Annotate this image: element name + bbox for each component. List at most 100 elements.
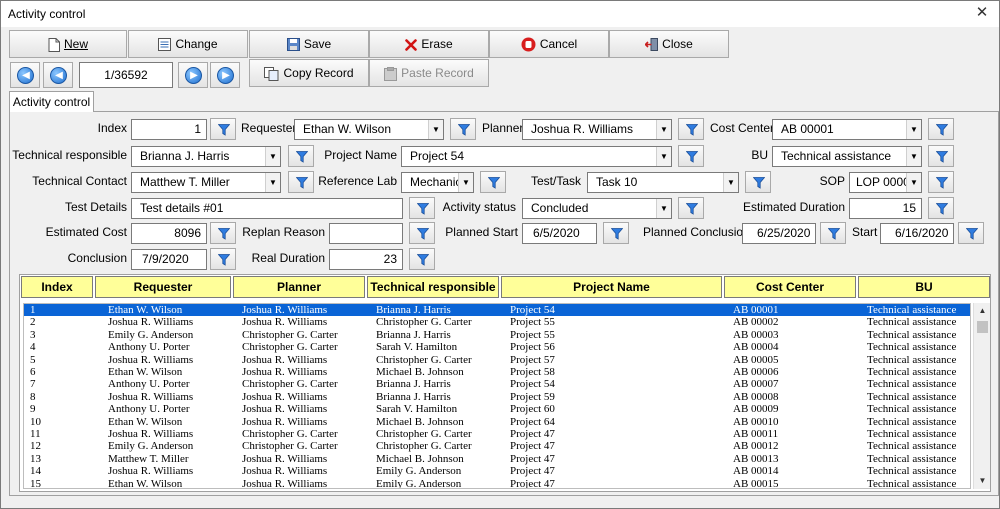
- index-filter-button[interactable]: [210, 118, 236, 140]
- sop-filter-button[interactable]: [928, 171, 954, 193]
- table-row[interactable]: 10 Ethan W. Wilson Joshua R. Williams Micha…: [24, 416, 970, 428]
- scroll-thumb[interactable]: [977, 321, 988, 333]
- table-row[interactable]: 5 Joshua R. Williams Joshua R. Williams Chr…: [24, 353, 970, 366]
- table-cell: Ethan W. Wilson: [108, 304, 183, 316]
- column-header-technical-responsible[interactable]: Technical responsible: [367, 276, 499, 298]
- cost-center-filter-button[interactable]: [928, 118, 954, 140]
- table-cell: AB 00007: [733, 378, 779, 391]
- scroll-up-icon[interactable]: ▲: [974, 303, 991, 319]
- table-row[interactable]: 1 Ethan W. Wilson Joshua R. Williams Briann…: [24, 304, 970, 318]
- reference-lab-filter-button[interactable]: [480, 171, 506, 193]
- table-row[interactable]: 4 Anthony U. Porter Christopher G. Carter S…: [24, 341, 970, 354]
- chevron-down-icon[interactable]: ▼: [656, 199, 671, 218]
- activity-status-filter-button[interactable]: [678, 197, 704, 219]
- chevron-down-icon[interactable]: ▼: [265, 173, 280, 192]
- conclusion-field[interactable]: 7/9/2020: [131, 249, 207, 270]
- table-cell: Joshua R. Williams: [242, 403, 328, 416]
- conclusion-filter-button[interactable]: [210, 248, 236, 270]
- chevron-down-icon[interactable]: ▼: [906, 173, 921, 192]
- project-name-combo[interactable]: Project 54 ▼: [401, 146, 672, 167]
- next-record-button[interactable]: ▶: [178, 62, 208, 88]
- technical-responsible-combo[interactable]: Brianna J. Harris ▼: [131, 146, 281, 167]
- planner-filter-button[interactable]: [678, 118, 704, 140]
- replan-reason-field[interactable]: [329, 223, 403, 244]
- column-header-bu[interactable]: BU: [858, 276, 990, 298]
- new-button[interactable]: New: [9, 30, 127, 58]
- table-row[interactable]: 15 Ethan W. Wilson Joshua R. Williams Emily…: [24, 477, 970, 489]
- table-row[interactable]: 9 Anthony U. Porter Joshua R. Williams Sara…: [24, 403, 970, 416]
- replan-reason-filter-button[interactable]: [409, 222, 435, 244]
- project-name-filter-button[interactable]: [678, 145, 704, 167]
- column-header-project-name[interactable]: Project Name: [501, 276, 722, 298]
- table-cell: Joshua R. Williams: [242, 353, 328, 366]
- save-button[interactable]: Save: [249, 30, 369, 58]
- chevron-down-icon[interactable]: ▼: [656, 120, 671, 139]
- real-duration-filter-button[interactable]: [409, 248, 435, 270]
- table-row[interactable]: 8 Joshua R. Williams Joshua R. Williams Bri…: [24, 390, 970, 403]
- erase-x-icon: [405, 39, 418, 51]
- planner-combo[interactable]: Joshua R. Williams ▼: [522, 119, 672, 140]
- table-row[interactable]: 6 Ethan W. Wilson Joshua R. Williams Michae…: [24, 366, 970, 378]
- test-task-filter-button[interactable]: [745, 171, 771, 193]
- chevron-down-icon[interactable]: ▼: [428, 120, 443, 139]
- table-row[interactable]: 12 Emily G. Anderson Christopher G. Carter…: [24, 440, 970, 452]
- requester-label: Requester: [241, 121, 297, 135]
- table-row[interactable]: 7 Anthony U. Porter Christopher G. Carter B…: [24, 378, 970, 391]
- estimated-duration-field[interactable]: 15: [849, 198, 922, 219]
- vertical-scrollbar[interactable]: ▲ ▼: [973, 303, 990, 489]
- first-record-button[interactable]: ◀: [10, 62, 40, 88]
- index-field[interactable]: 1: [131, 119, 207, 140]
- requester-filter-button[interactable]: [450, 118, 476, 140]
- estimated-cost-field[interactable]: 8096: [131, 223, 207, 244]
- test-details-field[interactable]: Test details #01: [131, 198, 403, 219]
- chevron-down-icon[interactable]: ▼: [906, 147, 921, 166]
- chevron-down-icon[interactable]: ▼: [906, 120, 921, 139]
- estimated-duration-filter-button[interactable]: [928, 197, 954, 219]
- record-counter[interactable]: 1/36592: [79, 62, 173, 88]
- scroll-down-icon[interactable]: ▼: [974, 473, 991, 489]
- start-field[interactable]: 6/16/2020: [880, 223, 954, 244]
- column-header-planner[interactable]: Planner: [233, 276, 365, 298]
- chevron-down-icon[interactable]: ▼: [656, 147, 671, 166]
- column-header-index[interactable]: Index: [21, 276, 93, 298]
- estimated-cost-filter-button[interactable]: [210, 222, 236, 244]
- activity-status-combo[interactable]: Concluded ▼: [522, 198, 672, 219]
- chevron-down-icon[interactable]: ▼: [723, 173, 738, 192]
- bu-combo[interactable]: Technical assistance ▼: [772, 146, 922, 167]
- chevron-down-icon[interactable]: ▼: [458, 173, 473, 192]
- real-duration-field[interactable]: 23: [329, 249, 403, 270]
- requester-combo[interactable]: Ethan W. Wilson ▼: [294, 119, 444, 140]
- tab-activity-control[interactable]: Activity control: [9, 91, 94, 112]
- table-row[interactable]: 2 Joshua R. Williams Joshua R. Williams Chr…: [24, 316, 970, 328]
- test-task-combo[interactable]: Task 10 ▼: [587, 172, 739, 193]
- planned-conclusion-field[interactable]: 6/25/2020: [742, 223, 816, 244]
- column-header-requester[interactable]: Requester: [95, 276, 231, 298]
- cost-center-combo[interactable]: AB 00001 ▼: [772, 119, 922, 140]
- close-window-icon[interactable]: ✕: [971, 3, 993, 23]
- planned-start-field[interactable]: 6/5/2020: [522, 223, 597, 244]
- previous-record-button[interactable]: ◀: [43, 62, 73, 88]
- table-cell: 4: [30, 341, 36, 354]
- planned-start-filter-button[interactable]: [603, 222, 629, 244]
- table-row[interactable]: 3 Emily G. Anderson Christopher G. Carter B…: [24, 329, 970, 341]
- bu-filter-button[interactable]: [928, 145, 954, 167]
- table-cell: Joshua R. Williams: [108, 390, 194, 403]
- sop-combo[interactable]: LOP 00000 ▼: [849, 172, 922, 193]
- column-header-cost-center[interactable]: Cost Center: [724, 276, 856, 298]
- technical-contact-combo[interactable]: Matthew T. Miller ▼: [131, 172, 281, 193]
- paste-record-button[interactable]: Paste Record: [369, 59, 489, 87]
- start-filter-button[interactable]: [958, 222, 984, 244]
- cancel-button[interactable]: Cancel: [489, 30, 609, 58]
- table-row[interactable]: 14 Joshua R. Williams Joshua R. Williams Em…: [24, 465, 970, 477]
- planned-conclusion-filter-button[interactable]: [820, 222, 846, 244]
- close-button[interactable]: Close: [609, 30, 729, 58]
- table-row[interactable]: 11 Joshua R. Williams Christopher G. Carte…: [24, 428, 970, 440]
- last-record-button[interactable]: ▶: [210, 62, 240, 88]
- reference-lab-combo[interactable]: Mechanic ▼: [401, 172, 474, 193]
- chevron-down-icon[interactable]: ▼: [265, 147, 280, 166]
- copy-record-button[interactable]: Copy Record: [249, 59, 369, 87]
- erase-button[interactable]: Erase: [369, 30, 489, 58]
- table-row[interactable]: 13 Matthew T. Miller Joshua R. Williams Mic…: [24, 453, 970, 465]
- table-cell: Emily G. Anderson: [376, 477, 462, 489]
- change-button[interactable]: Change: [128, 30, 248, 58]
